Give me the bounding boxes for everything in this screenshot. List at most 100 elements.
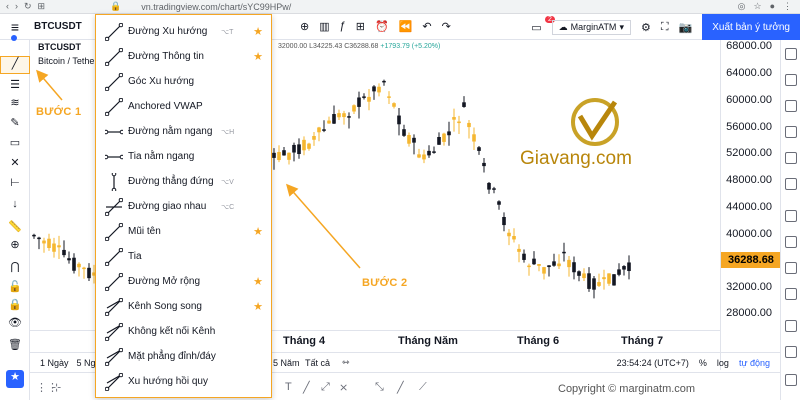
calendar-icon[interactable] [785, 152, 797, 164]
replay-icon[interactable]: ⏪ [399, 20, 413, 33]
more-icon[interactable]: ⋮ [783, 1, 792, 12]
brush-tool-icon[interactable]: ╱ [397, 381, 404, 394]
layout-icon[interactable]: ▭ [531, 21, 541, 34]
range-all-button[interactable]: Tất cả [305, 358, 330, 368]
menu-icon[interactable]: ≡ [0, 19, 30, 35]
zoom-icon[interactable]: ⊕ [0, 238, 30, 256]
dropdown-item-vertical-line[interactable]: Đường thẳng đứng ⌥V [96, 169, 271, 194]
candle-body [402, 129, 406, 136]
favorite-star-icon[interactable]: ★ [253, 275, 263, 288]
watchlist-icon[interactable] [785, 48, 797, 60]
bookmark-icon[interactable]: ☆ [753, 1, 761, 12]
dropdown-item-cross-line[interactable]: Đường giao nhau ⌥C [96, 194, 271, 219]
chat-icon[interactable] [785, 236, 797, 248]
dropdown-item-ray[interactable]: Tia [96, 244, 271, 269]
back-icon[interactable]: ‹ [6, 1, 9, 12]
dropdown-item-horizontal-ray[interactable]: Tia nằm ngang [96, 144, 271, 169]
favorite-star-icon[interactable]: ★ [253, 300, 263, 313]
cloud-icon: ☁ [558, 21, 568, 32]
fullscreen-icon[interactable]: ⛶ [661, 21, 669, 34]
settings-icon[interactable]: ⚙ [641, 21, 651, 34]
brush-tool-icon[interactable]: ✎ [0, 116, 30, 134]
data-window-icon[interactable] [785, 100, 797, 112]
magnet-icon[interactable]: ⋂ [0, 260, 30, 278]
xabcd-tool-icon[interactable]: ✕ [0, 156, 30, 174]
dropdown-item-trend-angle[interactable]: Góc Xu hướng [96, 69, 271, 94]
redo-icon[interactable]: ↷ [442, 20, 451, 33]
range-5y-button[interactable]: 5 Năm [273, 358, 300, 368]
extension-icon[interactable]: ◎ [738, 1, 746, 12]
path-tool-icon[interactable]: ⟋ [419, 381, 427, 394]
dropdown-item-label: Đường Xu hướng [128, 26, 208, 37]
pattern-tool-icon[interactable]: ≋ [0, 96, 30, 114]
browser-nav: ‹ › ↻ ⊞ [0, 1, 110, 12]
alerts-icon[interactable] [785, 74, 797, 86]
chart-type-icon[interactable]: ▥ [319, 20, 329, 33]
dropdown-item-horizontal-line[interactable]: Đường nằm ngang ⌥H [96, 119, 271, 144]
url-bar[interactable]: vn.tradingview.com/chart/sYC99HPw/ [141, 2, 291, 12]
symbol-search[interactable]: BTCUSDT [34, 21, 82, 32]
range-5d-button[interactable]: 5 Ng [77, 358, 96, 368]
cross-tool-icon[interactable]: ⨯ [339, 381, 348, 394]
arrow-down-icon[interactable]: ↓ [0, 198, 30, 216]
favorite-star-icon[interactable]: ★ [253, 50, 263, 63]
clock-time[interactable]: 23:54:24 (UTC+7) [617, 358, 689, 368]
date-range-icon[interactable]: ⇿ [342, 357, 350, 368]
lock-drawings-icon[interactable]: 🔓 [0, 280, 30, 298]
text-tool-icon[interactable]: ▭ [0, 136, 30, 154]
range-1d-button[interactable]: 1 Ngày [40, 358, 69, 368]
profile-icon[interactable]: ● [770, 1, 775, 12]
news-icon[interactable] [785, 178, 797, 190]
trash-icon[interactable]: 🗑 [0, 338, 30, 356]
eye-icon[interactable]: 👁 [0, 316, 30, 334]
compare-icon[interactable]: ⊕ [300, 20, 309, 33]
text-tool-icon[interactable]: T [285, 381, 292, 393]
line-tool-icon[interactable]: ╱ [303, 381, 310, 394]
price-axis[interactable]: 68000.00 64000.00 60000.00 56000.00 5200… [720, 40, 781, 370]
reload-icon[interactable]: ↻ [24, 1, 32, 12]
undo-icon[interactable]: ↶ [422, 20, 431, 33]
auto-toggle[interactable]: tự động [739, 358, 770, 368]
trend-line-tool-icon[interactable]: ╱ [0, 56, 30, 74]
dropdown-item-disjoint-channel[interactable]: Không kết nối Kênh [96, 319, 271, 344]
dropdown-item-trend-line[interactable]: Đường Xu hướng ⌥T ★ [96, 19, 271, 44]
favorite-star-icon[interactable]: ★ [253, 25, 263, 38]
log-toggle[interactable]: log [717, 358, 729, 368]
ruler-icon[interactable]: 📏 [0, 220, 30, 238]
alert-icon[interactable]: ⏰ [375, 20, 389, 33]
dropdown-item-flat-top-bottom[interactable]: Mặt phẳng đỉnh/đáy [96, 344, 271, 369]
favorite-star-icon[interactable]: ★ [6, 370, 24, 388]
templates-icon[interactable]: ⊞ [356, 20, 365, 33]
candle-body [297, 144, 301, 155]
indicators-icon[interactable]: ƒ [340, 20, 346, 33]
percent-toggle[interactable]: % [699, 358, 707, 368]
hotlist-icon[interactable] [785, 126, 797, 138]
dropdown-item-anchored-vwap[interactable]: Anchored VWAP [96, 94, 271, 119]
logo-text: Giavang.com [520, 148, 632, 169]
streams-icon[interactable] [785, 262, 797, 274]
layout-selector[interactable]: ☁ MarginATM ▾ [551, 19, 631, 35]
cursor-tool-icon[interactable]: ⊹ [52, 381, 61, 394]
lock-all-icon[interactable]: 🔒 [0, 298, 30, 316]
dropdown-item-arrow[interactable]: Mũi tên ★ [96, 219, 271, 244]
favorite-star-icon[interactable]: ★ [253, 225, 263, 238]
ideas-icon[interactable] [785, 210, 797, 222]
ray-tool-icon[interactable]: ⤢ [321, 381, 330, 394]
dropdown-item-info-line[interactable]: Đường Thông tin ★ [96, 44, 271, 69]
dropdown-item-extended-line[interactable]: Đường Mở rộng ★ [96, 269, 271, 294]
snapshot-icon[interactable]: 📷 [679, 21, 693, 34]
publish-idea-button[interactable]: Xuất bản ý tưởng [702, 14, 800, 40]
fib-tool-icon[interactable]: ☰ [0, 78, 30, 96]
candle-body [387, 96, 391, 98]
apps-icon[interactable]: ⊞ [38, 1, 46, 12]
candle-body [332, 114, 336, 124]
dom-icon[interactable] [785, 320, 797, 332]
notifications-icon[interactable] [785, 288, 797, 300]
measure-tool-icon[interactable]: ⊢ [0, 176, 30, 194]
forward-icon[interactable]: › [15, 1, 18, 12]
dropdown-item-regression-trend[interactable]: Xu hướng hồi quy [96, 369, 271, 394]
dropdown-item-parallel-channel[interactable]: Kênh Song song ★ [96, 294, 271, 319]
help-icon[interactable] [785, 346, 797, 358]
extended-tool-icon[interactable]: ⤡ [375, 381, 384, 394]
more-panel-icon[interactable] [785, 374, 797, 386]
